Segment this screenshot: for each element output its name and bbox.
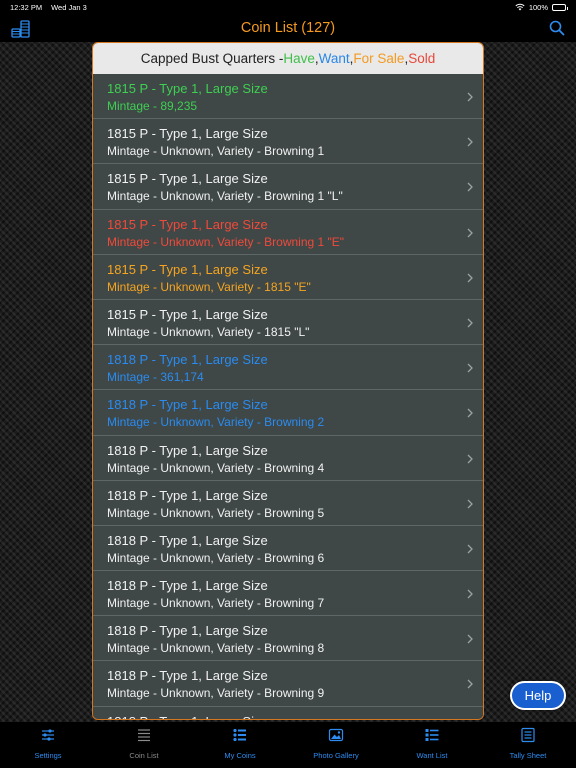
coin-row[interactable]: 1815 P - Type 1, Large Size Mintage - Unk… <box>93 254 483 300</box>
coin-row[interactable]: 1818 P - Type 1, Large Size Mintage - Unk… <box>93 571 483 617</box>
tab-coin-list[interactable]: Coin List <box>96 722 192 768</box>
tab-label: Settings <box>34 751 62 760</box>
tab-bar: Settings Coin List My Coins Photo Gallery Wa… <box>0 722 576 768</box>
chevron-right-icon <box>467 408 473 418</box>
chevron-right-icon <box>467 363 473 373</box>
nav-bar: Coin List (127) <box>0 14 576 42</box>
tab-photo-gallery[interactable]: Photo Gallery <box>288 722 384 768</box>
coin-row[interactable]: 1815 P - Type 1, Large Size Mintage - Unk… <box>93 299 483 346</box>
search-icon[interactable] <box>549 20 565 36</box>
chevron-right-icon <box>467 679 473 689</box>
coin-row[interactable]: 1818 P - Type 1, Large Size Mintage - Unk… <box>93 525 483 572</box>
coin-subtitle: Mintage - Unknown, Variety - Browning 9 <box>107 686 325 701</box>
chevron-right-icon <box>467 318 473 328</box>
coin-title: 1815 P - Type 1, Large Size <box>107 81 268 96</box>
coin-row[interactable]: 1818 P - Type 1, Large Size Mintage - Unk… <box>93 480 483 526</box>
coin-stack-icon[interactable] <box>11 18 31 38</box>
tab-want-list[interactable]: Want List <box>384 722 480 768</box>
coin-row[interactable]: 1815 P - Type 1, Large Size Mintage - Unk… <box>93 164 483 210</box>
legend-want: Want <box>318 51 350 66</box>
coin-row[interactable]: 1818 P - Type 1, Large Size Mintage - Unk… <box>93 616 483 662</box>
tab-settings[interactable]: Settings <box>0 722 96 768</box>
tab-label: Photo Gallery <box>313 751 359 760</box>
coin-title: 1818 P - Type 1, Large Size <box>107 397 268 413</box>
coin-title: 1815 P - Type 1, Large Size <box>107 126 268 142</box>
tally-icon <box>520 727 536 748</box>
coin-title: 1818 P - Type 1, Large Size <box>107 668 268 684</box>
chevron-right-icon <box>467 92 473 102</box>
coin-subtitle: Mintage - Unknown, Variety - Browning 4 <box>107 460 325 475</box>
chevron-right-icon <box>467 228 473 238</box>
coin-title: 1815 P - Type 1, Large Size <box>107 216 268 232</box>
coin-subtitle: Mintage - Unknown, Variety - Browning 1 … <box>107 234 345 249</box>
bullet-list-icon <box>232 727 248 748</box>
coin-rows: 1815 P - Type 1, Large Size Mintage - 89,… <box>93 74 483 719</box>
coin-subtitle: Mintage - Unknown, Variety - Browning 6 <box>107 550 325 565</box>
coin-subtitle: Mintage - Unknown, Variety - Browning 8 <box>107 641 325 656</box>
legend-have: Have <box>283 51 315 66</box>
coin-title: 1815 P - Type 1, Large Size <box>107 171 268 187</box>
coin-title: 1818 P - Type 1, Large Size <box>107 714 453 719</box>
tab-label: Want List <box>416 751 448 760</box>
legend-sold: Sold <box>408 51 436 66</box>
coin-subtitle: Mintage - Unknown, Variety - 1815 "L" <box>107 324 310 339</box>
chevron-right-icon <box>467 273 473 283</box>
coin-subtitle: Mintage - Unknown, Variety - Browning 7 <box>107 596 325 611</box>
checklist-icon <box>424 727 440 748</box>
tab-label: My Coins <box>224 751 256 760</box>
coin-row[interactable]: 1815 P - Type 1, Large Size Mintage - Unk… <box>93 209 483 255</box>
help-button[interactable]: Help <box>510 681 566 710</box>
tab-my-coins[interactable]: My Coins <box>192 722 288 768</box>
legend-for-sale: For Sale <box>353 51 405 66</box>
coin-title: 1815 P - Type 1, Large Size <box>107 306 268 322</box>
list-icon <box>136 727 152 748</box>
coin-row[interactable]: 1818 P - Type 1, Large Size Mintage - Unk… <box>93 390 483 436</box>
photos-icon <box>328 727 344 748</box>
coin-subtitle: Mintage - Unknown, Variety - Browning 5 <box>107 505 325 520</box>
chevron-right-icon <box>467 544 473 554</box>
battery-icon <box>552 3 568 11</box>
tab-tally-sheet[interactable]: Tally Sheet <box>480 722 576 768</box>
coin-row[interactable]: 1818 P - Type 1, Large Size Mintage - 361… <box>93 345 483 391</box>
coin-subtitle: Mintage - Unknown, Variety - 1815 "E" <box>107 279 311 294</box>
tab-label: Coin List <box>129 751 159 760</box>
list-header-title: Capped Bust Quarters - <box>140 51 284 66</box>
battery-percent: 100% <box>528 2 548 12</box>
wifi-icon <box>515 3 525 11</box>
coin-row[interactable]: 1818 P - Type 1, Large Size Mintage - Unk… <box>93 435 483 481</box>
coin-title: 1818 P - Type 1, Large Size <box>107 532 268 548</box>
chevron-right-icon <box>467 634 473 644</box>
chevron-right-icon <box>467 589 473 599</box>
tab-label: Tally Sheet <box>509 751 547 760</box>
coin-subtitle: Mintage - 89,235 <box>107 99 198 113</box>
coin-row[interactable]: 1815 P - Type 1, Large Size Mintage - Unk… <box>93 119 483 165</box>
chevron-right-icon <box>467 454 473 463</box>
chevron-right-icon <box>467 499 473 509</box>
status-date: Wed Jan 3 <box>51 2 87 12</box>
coin-title: 1818 P - Type 1, Large Size <box>107 623 268 639</box>
coin-subtitle: Mintage - Unknown, Variety - Browning 1 … <box>107 189 343 204</box>
status-time: 12:32 PM <box>10 2 43 12</box>
coin-row[interactable]: 1818 P - Type 1, Large Size Mintage - Unk… <box>93 661 483 707</box>
coin-subtitle: Mintage - Unknown, Variety - Browning 2 <box>107 415 325 430</box>
coin-subtitle: Mintage - Unknown, Variety - Browning 1 <box>107 144 325 159</box>
chevron-right-icon <box>467 182 473 192</box>
status-right: 100% <box>515 2 568 12</box>
coin-row[interactable]: 1815 P - Type 1, Large Size Mintage - 89,… <box>93 74 483 120</box>
coin-subtitle: Mintage - 361,174 <box>107 370 204 385</box>
sliders-icon <box>40 727 56 748</box>
page-title: Coin List (127) <box>240 20 336 36</box>
status-bar: 12:32 PM Wed Jan 3 100% <box>0 0 576 14</box>
coin-title: 1815 P - Type 1, Large Size <box>107 261 268 277</box>
list-header: Capped Bust Quarters - Have, Want, For S… <box>93 43 483 74</box>
coin-row[interactable]: 1818 P - Type 1, Large Size <box>93 706 483 719</box>
coin-title: 1818 P - Type 1, Large Size <box>107 578 268 594</box>
coin-list-panel: Capped Bust Quarters - Have, Want, For S… <box>92 42 484 720</box>
coin-title: 1818 P - Type 1, Large Size <box>107 352 268 368</box>
coin-title: 1818 P - Type 1, Large Size <box>107 487 268 503</box>
coin-title: 1818 P - Type 1, Large Size <box>107 442 268 458</box>
chevron-right-icon <box>467 137 473 147</box>
